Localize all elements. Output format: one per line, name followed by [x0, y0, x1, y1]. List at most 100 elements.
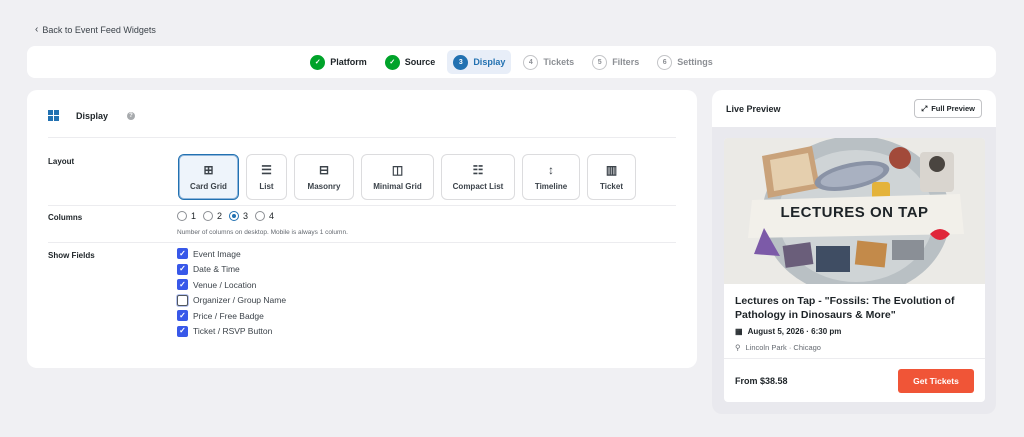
layout-option-label: Masonry	[307, 181, 341, 191]
field-organizer[interactable]: Organizer / Group Name	[177, 294, 287, 307]
event-location: ⚲ Lincoln Park · Chicago	[735, 343, 974, 352]
event-footer: From $38.58 Get Tickets	[724, 358, 985, 402]
layout-option-timeline[interactable]: ↕ Timeline	[522, 154, 580, 200]
checkbox[interactable]: ✓	[177, 310, 188, 322]
radio-label: 2	[217, 211, 223, 221]
compact-list-icon: ☷	[472, 162, 484, 177]
radio-dot[interactable]	[177, 211, 187, 221]
panel-title: Display	[76, 110, 109, 121]
field-venue-location[interactable]: ✓ Venue / Location	[177, 279, 286, 291]
live-preview-panel: Live Preview ⤢ Full Preview LECTURES ON …	[712, 90, 996, 414]
layout-option-card-grid[interactable]: ⊞ Card Grid	[178, 154, 239, 200]
layout-option-masonry[interactable]: ⊟ Masonry	[294, 154, 354, 200]
columns-radio-3[interactable]: 3	[229, 211, 248, 221]
list-icon: ☰	[261, 162, 272, 177]
checkbox[interactable]: ✓	[177, 279, 188, 291]
columns-radio-4[interactable]: 4	[255, 211, 274, 221]
field-event-image[interactable]: ✓ Event Image	[177, 248, 286, 260]
event-price: From $38.58	[735, 375, 788, 386]
step-source[interactable]: ✓ Source	[379, 50, 442, 74]
step-label: Tickets	[543, 57, 575, 67]
calendar-icon: ▦	[735, 327, 743, 336]
field-label: Venue / Location	[193, 279, 257, 290]
field-date-time[interactable]: ✓ Date & Time	[177, 263, 286, 276]
check-icon: ✓	[384, 54, 400, 70]
step-label: Display	[473, 57, 506, 67]
event-date: ▦ August 5, 2026 · 6:30 pm	[735, 327, 974, 336]
back-link[interactable]: ‹ Back to Event Feed Widgets	[35, 24, 156, 36]
step-filters[interactable]: 5 Filters	[586, 50, 645, 74]
layout-option-minimal-grid[interactable]: ◫ Minimal Grid	[361, 154, 434, 200]
wizard-stepper: ✓ Platform ✓ Source 3 Display 4 Tickets …	[27, 46, 996, 78]
step-label: Platform	[330, 57, 367, 67]
layout-option-label: Ticket	[600, 181, 623, 191]
layout-option-label: Card Grid	[190, 181, 227, 191]
radio-label: 4	[269, 211, 275, 221]
preview-header: Live Preview ⤢ Full Preview	[712, 90, 996, 127]
step-display[interactable]: 3 Display	[447, 50, 512, 74]
show-fields-label: Show Fields	[48, 251, 95, 260]
columns-help-text: Number of columns on desktop. Mobile is …	[177, 229, 348, 236]
expand-icon: ⤢	[921, 103, 928, 113]
step-label: Source	[404, 57, 436, 67]
layout-option-list[interactable]: ☰ List	[246, 154, 287, 200]
event-body: Lectures on Tap - "Fossils: The Evolutio…	[724, 284, 985, 352]
columns-radio-2[interactable]: 2	[203, 211, 222, 221]
divider	[48, 137, 676, 138]
field-label: Organizer / Group Name	[193, 295, 287, 306]
show-fields-list: ✓ Event Image ✓ Date & Time ✓ Venue / Locat…	[177, 248, 286, 337]
columns-label: Columns	[48, 213, 83, 222]
ticket-icon: ▥	[605, 162, 618, 177]
event-image-title: LECTURES ON TAP	[780, 204, 929, 221]
back-link-label: Back to Event Feed Widgets	[42, 25, 156, 35]
event-card[interactable]: LECTURES ON TAP Lectures on Tap - "Fossi…	[724, 138, 985, 402]
radio-label: 1	[191, 211, 197, 221]
columns-radio-group: 1 2 3 4	[177, 211, 275, 221]
radio-dot[interactable]	[203, 211, 214, 221]
layout-option-label: Minimal Grid	[373, 181, 422, 191]
step-platform[interactable]: ✓ Platform	[304, 50, 373, 74]
step-number: 5	[592, 54, 608, 70]
minimal-grid-icon: ◫	[391, 162, 404, 177]
layout-option-label: Timeline	[534, 181, 568, 191]
location-pin-icon: ⚲	[735, 343, 741, 352]
event-date-text: August 5, 2026 · 6:30 pm	[747, 327, 842, 336]
event-title[interactable]: Lectures on Tap - "Fossils: The Evolutio…	[735, 294, 974, 322]
columns-radio-1[interactable]: 1	[177, 211, 196, 221]
step-number: 6	[657, 54, 673, 70]
masonry-icon: ⊟	[318, 162, 330, 177]
radio-dot[interactable]	[255, 211, 266, 221]
help-icon[interactable]: ?	[127, 111, 136, 120]
checkbox[interactable]: ✓	[177, 248, 188, 260]
panel-header: Display ?	[48, 110, 136, 121]
preview-title: Live Preview	[726, 103, 781, 114]
checkbox[interactable]	[177, 294, 188, 306]
timeline-icon: ↕	[548, 162, 554, 177]
radio-dot[interactable]	[229, 211, 240, 221]
field-label: Event Image	[193, 248, 241, 259]
layout-options: ⊞ Card Grid ☰ List ⊟ Masonry ◫ Minimal G…	[178, 154, 636, 200]
step-label: Filters	[612, 57, 640, 67]
card-grid-icon: ⊞	[203, 162, 214, 177]
display-settings-panel: Display ? Layout ⊞ Card Grid ☰ List ⊟ Ma…	[27, 90, 697, 368]
radio-label: 3	[243, 211, 249, 221]
chevron-left-icon: ‹	[35, 24, 39, 35]
layout-label: Layout	[48, 157, 75, 166]
full-preview-button[interactable]: ⤢ Full Preview	[914, 99, 982, 118]
step-settings[interactable]: 6 Settings	[651, 50, 719, 74]
layout-option-label: Compact List	[452, 181, 504, 191]
grid-icon	[48, 110, 59, 121]
checkbox[interactable]: ✓	[177, 263, 188, 275]
field-label: Price / Free Badge	[193, 310, 264, 321]
step-tickets[interactable]: 4 Tickets	[517, 50, 580, 74]
layout-option-compact-list[interactable]: ☷ Compact List	[441, 154, 515, 200]
checkbox[interactable]: ✓	[177, 325, 188, 337]
field-ticket-button[interactable]: ✓ Ticket / RSVP Button	[177, 325, 286, 338]
layout-option-ticket[interactable]: ▥ Ticket	[587, 154, 636, 200]
divider	[48, 242, 676, 243]
layout-option-label: List	[259, 181, 274, 191]
field-label: Ticket / RSVP Button	[193, 326, 273, 337]
step-number: 3	[453, 54, 469, 70]
field-price-badge[interactable]: ✓ Price / Free Badge	[177, 310, 286, 322]
get-tickets-button[interactable]: Get Tickets	[898, 368, 974, 393]
